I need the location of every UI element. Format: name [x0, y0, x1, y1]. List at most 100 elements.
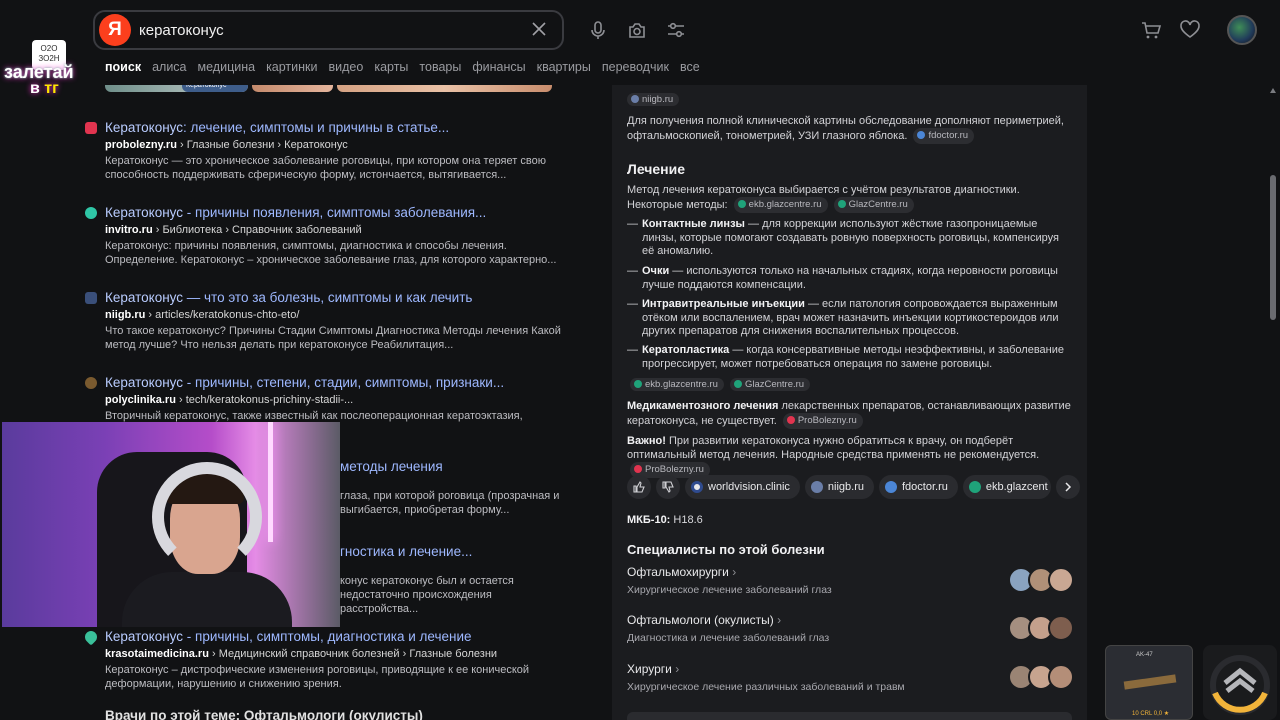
result-path[interactable]: › Библиотека › Справочник заболеваний — [153, 224, 362, 236]
source-chip[interactable]: fdoctor.ru — [913, 128, 975, 144]
source-chip[interactable]: niigb.ru — [627, 93, 680, 106]
search-box[interactable]: Я кератоконус — [93, 10, 564, 50]
chip-label[interactable]: ekb.glazcentre.ru — [645, 379, 718, 390]
tab-products[interactable]: товары — [419, 60, 461, 74]
title-text[interactable]: - причины появления, симптомы заболевани… — [183, 205, 487, 220]
source-niigb[interactable]: niigb.ru — [804, 475, 874, 499]
result-title[interactable]: Кератоконус - причины, симптомы, диагнос… — [105, 629, 472, 644]
source-glazcentre[interactable]: ekb.glazcent — [962, 475, 1051, 499]
title-keyword[interactable]: Кератоконус — [105, 375, 183, 390]
result-path[interactable]: › Медицинский справочник болезней › Глаз… — [209, 648, 497, 660]
chip-label[interactable]: ProBolezny.ru — [798, 415, 857, 426]
result-title[interactable]: Кератоконус - причины появления, симптом… — [105, 205, 486, 220]
title-keyword[interactable]: Кератоконус — [105, 629, 183, 644]
chip-label[interactable]: GlazCentre.ru — [849, 199, 908, 210]
title-text[interactable]: методы лечения — [340, 459, 443, 474]
tab-maps[interactable]: карты — [374, 60, 408, 74]
title-text[interactable]: гностика и лечение... — [340, 544, 472, 559]
specialist-title[interactable]: Офтальмохирурги › — [627, 565, 1074, 579]
source-label[interactable]: worldvision.clinic — [708, 481, 790, 493]
camera-search-icon[interactable] — [626, 19, 648, 41]
source-chip[interactable]: ekb.glazcentre.ru — [733, 197, 828, 213]
source-label[interactable]: ekb.glazcent — [986, 481, 1048, 493]
result-title[interactable]: Кератоконус - причины, степени, стадии, … — [105, 375, 504, 390]
specialist-title[interactable]: Офтальмологи (окулисты) › — [627, 613, 1074, 627]
result-title[interactable]: Кератоконус: лечение, симптомы и причины… — [105, 120, 449, 135]
chip-label[interactable]: niigb.ru — [642, 94, 673, 105]
tab-video[interactable]: видео — [329, 60, 364, 74]
title-text[interactable]: - причины, симптомы, диагностика и лечен… — [183, 629, 472, 644]
source-fdoctor[interactable]: fdoctor.ru — [879, 475, 958, 499]
result-url[interactable]: polyclinika.ru › tech/keratokonus-prichi… — [105, 394, 353, 406]
result-path[interactable]: › Глазные болезни › Кератоконус — [177, 139, 348, 151]
result-snippet: Кератоконус – дистрофические изменения р… — [105, 664, 530, 690]
result-domain[interactable]: krasotaimedicina.ru — [105, 648, 209, 660]
result-snippet: глаза, при которой роговица (прозрачная … — [340, 490, 560, 516]
close-icon[interactable] — [528, 18, 550, 40]
result-title[interactable]: Кератоконус — что это за болезнь, симпто… — [105, 290, 472, 305]
doctors-section-title[interactable]: Врачи по этой теме: Офтальмологи (окулис… — [105, 708, 423, 720]
tab-all[interactable]: все — [680, 60, 700, 74]
specialist-name[interactable]: Хирурги — [627, 662, 672, 676]
microphone-icon[interactable] — [587, 19, 609, 41]
tab-alice[interactable]: алиса — [152, 60, 186, 74]
next-sources-button[interactable] — [1055, 475, 1080, 499]
result-domain[interactable]: invitro.ru — [105, 224, 153, 236]
specialist-item[interactable]: Офтальмохирурги › Хирургическое лечение … — [627, 565, 1074, 605]
specialist-item[interactable]: Офтальмологи (окулисты) › Диагностика и … — [627, 613, 1074, 653]
title-text[interactable]: - причины, степени, стадии, симптомы, пр… — [183, 375, 504, 390]
title-keyword[interactable]: Кератоконус — [105, 205, 183, 220]
chip-label[interactable]: ProBolezny.ru — [645, 464, 704, 475]
specialist-name[interactable]: Офтальмохирурги — [627, 565, 729, 579]
result-domain[interactable]: probolezny.ru — [105, 139, 177, 151]
result-title[interactable]: методы лечения — [340, 459, 443, 474]
title-text[interactable]: : лечение, симптомы и причины в статье..… — [183, 120, 449, 135]
title-keyword[interactable]: Кератоконус — [105, 120, 183, 135]
source-label[interactable]: niigb.ru — [828, 481, 864, 493]
thumbs-down-button[interactable] — [656, 475, 680, 499]
chip-label[interactable]: GlazCentre.ru — [745, 379, 804, 390]
result-url[interactable]: invitro.ru › Библиотека › Справочник заб… — [105, 224, 362, 236]
result-url[interactable]: niigb.ru › articles/keratokonus-chto-eto… — [105, 309, 299, 321]
tab-finance[interactable]: финансы — [472, 60, 525, 74]
chip-label[interactable]: ekb.glazcentre.ru — [749, 199, 822, 210]
specialist-name[interactable]: Офтальмологи (окулисты) — [627, 613, 774, 627]
scrollbar-thumb[interactable] — [1270, 175, 1276, 320]
chip-label[interactable]: fdoctor.ru — [928, 130, 968, 141]
source-chip[interactable]: ProBolezny.ru — [782, 413, 863, 429]
thumbs-down-icon — [662, 481, 674, 493]
scroll-up-arrow-icon[interactable] — [1270, 88, 1276, 93]
result-snippet: конус кератоконус был и остается недоста… — [340, 575, 514, 615]
tab-apartments[interactable]: квартиры — [537, 60, 591, 74]
tab-images[interactable]: картинки — [266, 60, 317, 74]
tab-search[interactable]: поиск — [105, 60, 141, 74]
specialists-heading: Специалисты по этой болезни — [627, 542, 825, 557]
tab-medicine[interactable]: медицина — [198, 60, 256, 74]
source-chip[interactable]: ekb.glazcentre.ru — [630, 378, 724, 391]
source-chip[interactable]: GlazCentre.ru — [729, 378, 811, 391]
user-avatar[interactable] — [1227, 15, 1257, 45]
result-url[interactable]: probolezny.ru › Глазные болезни › Керато… — [105, 139, 348, 151]
result-url[interactable]: krasotaimedicina.ru › Медицинский справо… — [105, 648, 497, 660]
source-chip-row: niigb.ru — [627, 93, 680, 106]
heart-icon[interactable] — [1179, 19, 1201, 41]
specialist-title[interactable]: Хирурги › — [627, 662, 1074, 676]
result-path[interactable]: › tech/keratokonus-prichiny-stadii-... — [176, 394, 353, 406]
source-label[interactable]: fdoctor.ru — [902, 481, 948, 493]
title-keyword[interactable]: Кератоконус — [105, 290, 183, 305]
result-domain[interactable]: niigb.ru — [105, 309, 145, 321]
tab-translator[interactable]: переводчик — [602, 60, 669, 74]
result-path[interactable]: › articles/keratokonus-chto-eto/ — [145, 309, 299, 321]
search-input[interactable]: кератоконус — [139, 22, 224, 39]
title-text[interactable]: — что это за болезнь, симптомы и как леч… — [183, 290, 473, 305]
yandex-logo[interactable]: Я — [99, 14, 131, 46]
result-title[interactable]: гностика и лечение... — [340, 544, 472, 559]
filters-icon[interactable] — [665, 19, 687, 41]
cart-icon[interactable] — [1140, 19, 1162, 41]
source-worldvision[interactable]: worldvision.clinic — [685, 475, 800, 499]
thumbs-up-button[interactable] — [627, 475, 651, 499]
doctor-avatars — [1008, 567, 1074, 593]
result-domain[interactable]: polyclinika.ru — [105, 394, 176, 406]
source-chip[interactable]: GlazCentre.ru — [833, 197, 914, 213]
specialist-item[interactable]: Хирурги › Хирургическое лечение различны… — [627, 662, 1074, 702]
